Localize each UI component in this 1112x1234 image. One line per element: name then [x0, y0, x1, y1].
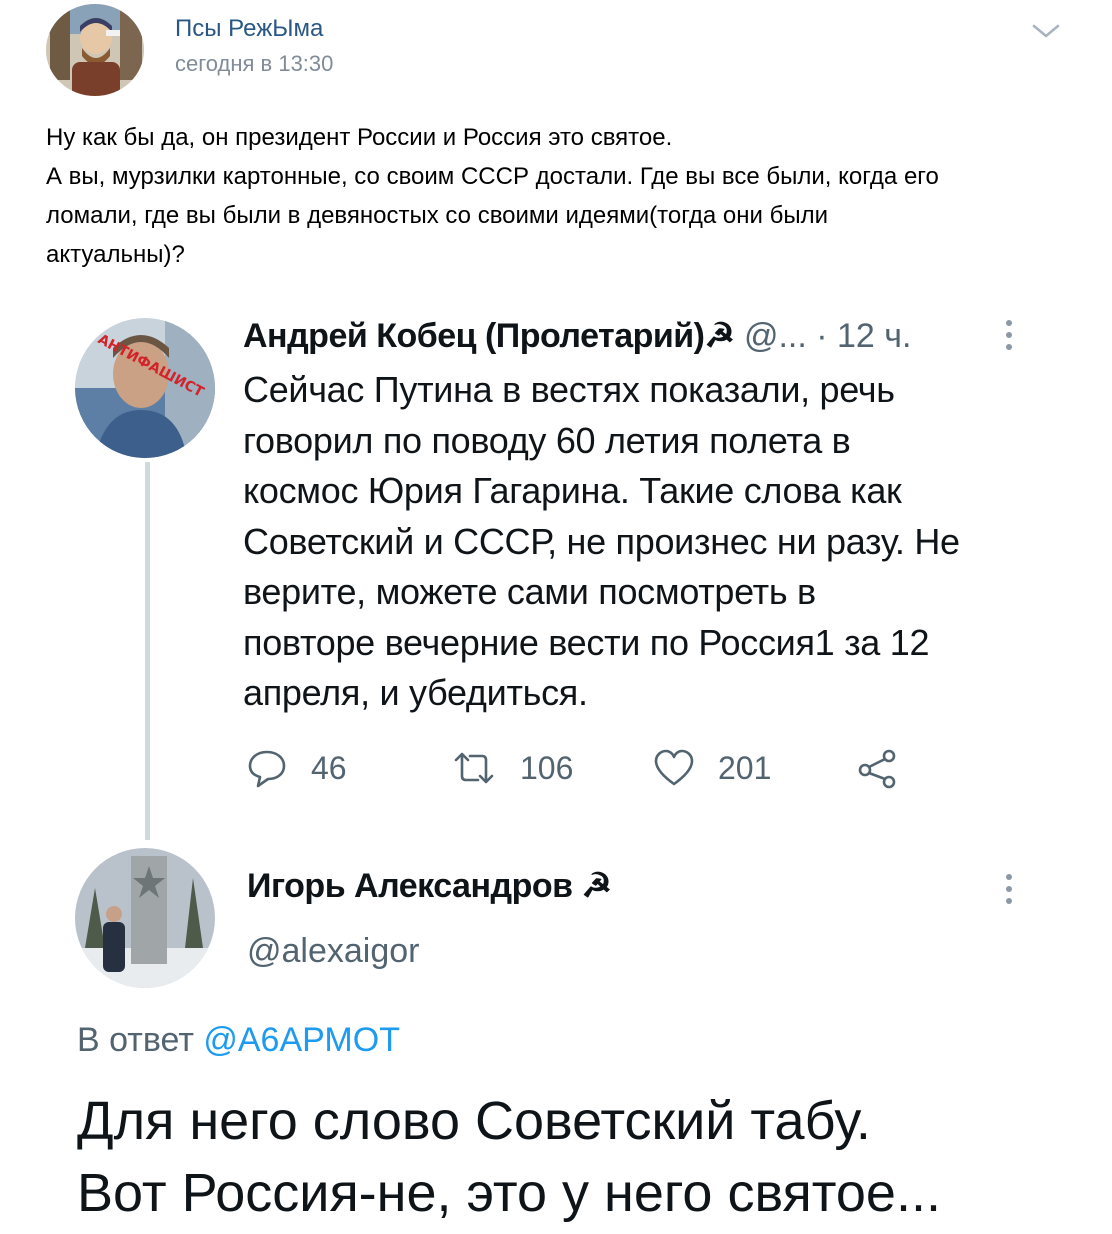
tweet1-text: Сейчас Путина в вестях показали, речь го…	[243, 365, 1043, 719]
tweet2-text-line: Вот Россия-не, это у него святое...	[77, 1163, 941, 1223]
retweet-count: 106	[520, 749, 574, 786]
post-text-line: ломали, где вы были в девяностых со свои…	[46, 202, 829, 229]
share-action	[855, 740, 899, 796]
post-text: Ну как бы да, он президент России и Росс…	[46, 118, 1076, 274]
tweet2-avatar	[75, 848, 215, 988]
like-count: 201	[718, 749, 772, 786]
tweet1-text-line: повторе вечерние вести по Россия1 за 12	[243, 621, 930, 663]
tweet1-author: Андрей Кобец (Пролетарий)☭	[243, 317, 735, 355]
like-action: 201	[652, 740, 771, 796]
retweet-action: 106	[450, 740, 573, 796]
like-icon	[654, 749, 694, 786]
tweet1-text-line: космос Юрия Гагарина. Такие слова как	[243, 470, 902, 511]
post-text-line: актуальны)?	[46, 241, 185, 268]
tweet1-avatar: АНТИФАШИСТ	[75, 318, 215, 458]
more-icon	[1005, 874, 1013, 910]
vk-post: Псы РежЫма сегодня в 13:30 Ну как бы да,…	[0, 0, 1112, 1234]
more-icon	[1005, 320, 1013, 356]
reply-prefix: В ответ	[77, 1021, 204, 1059]
tweet1-handle: @...	[743, 317, 807, 355]
reply-mention: @А6АРМОТ	[203, 1021, 400, 1059]
retweet-icon	[454, 752, 494, 784]
post-text-line: Ну как бы да, он президент России и Росс…	[46, 124, 673, 151]
reply-icon	[248, 750, 286, 788]
tweet1-text-line: Сейчас Путина в вестях показали, речь	[243, 369, 895, 410]
tweet1-text-line: Советский и СССР, не произнес ни разу. Н…	[243, 520, 960, 562]
post-text-line: А вы, мурзилки картонные, со своим СССР …	[46, 163, 939, 190]
reply-count: 46	[311, 749, 347, 786]
tweet1-time: · 12 ч.	[816, 317, 912, 355]
reply-context: В ответ @А6АРМОТ	[77, 1021, 400, 1060]
tweet2-text: Для него слово Советский табу. Вот Росси…	[77, 1085, 1097, 1229]
tweet1-text-line: говорил по поводу 60 летия полета в	[243, 419, 851, 461]
group-avatar[interactable]	[46, 4, 144, 96]
tweet1-text-line: апреля, и убедиться.	[243, 672, 588, 713]
post-timestamp[interactable]: сегодня в 13:30	[175, 51, 333, 77]
tweet2-handle: @alexaigor	[247, 932, 420, 970]
tweet2-author: Игорь Александров ☭	[247, 867, 612, 905]
reply-action: 46	[245, 740, 347, 796]
thread-connector	[145, 462, 150, 840]
group-name-link[interactable]: Псы РежЫма	[175, 15, 323, 43]
share-icon	[858, 749, 896, 789]
tweet1-text-line: верите, можете сами посмотреть в	[243, 571, 816, 612]
tweet2-text-line: Для него слово Советский табу.	[77, 1091, 871, 1151]
chevron-down-icon[interactable]	[1030, 20, 1062, 42]
tweet1-header: Андрей Кобец (Пролетарий)☭ @... · 12 ч.	[243, 316, 911, 360]
tweet1-actions: 46 106 201	[245, 740, 945, 796]
